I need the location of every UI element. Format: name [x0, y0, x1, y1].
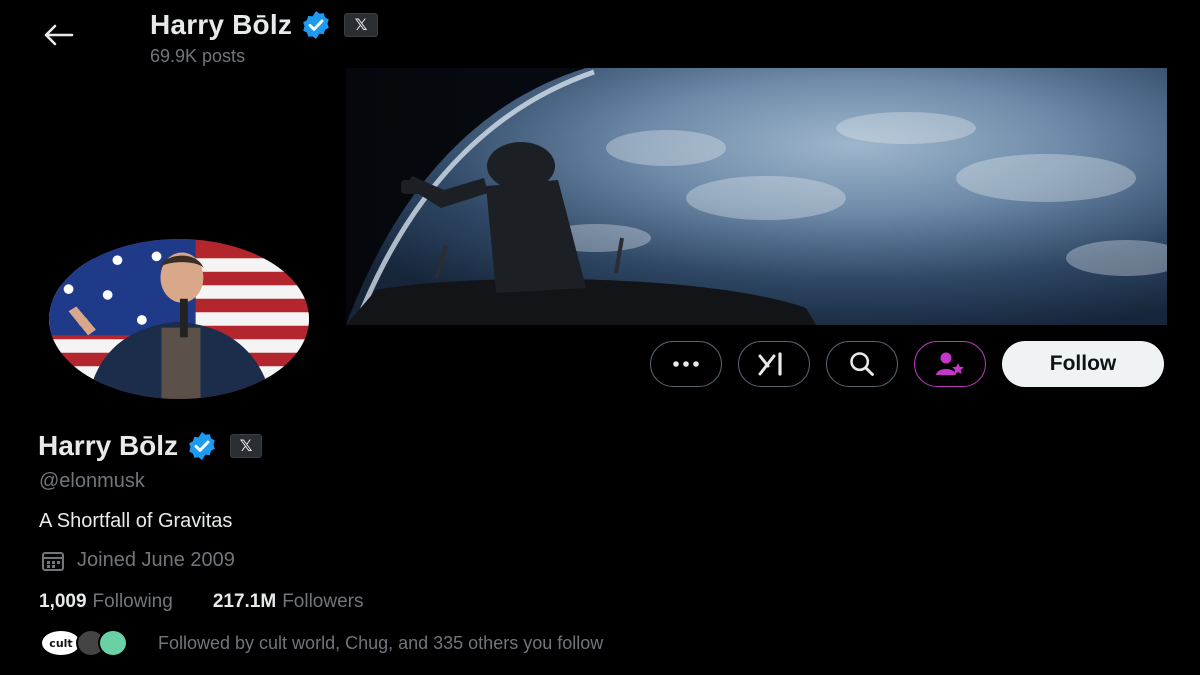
search-icon	[850, 352, 874, 376]
x-affiliate-badge[interactable]: 𝕏	[230, 434, 263, 458]
profile-stats: 1,009 Following 217.1M Followers	[39, 591, 364, 613]
subscribe-person-star-icon	[936, 352, 964, 375]
x-affiliate-badge: 𝕏	[344, 13, 379, 37]
profile-name-row: Harry Bōlz 𝕏	[38, 430, 263, 462]
followed-by[interactable]: cult Followed by cult world, Chug, and 3…	[40, 628, 603, 658]
following-link[interactable]: 1,009 Following	[39, 591, 173, 613]
grok-icon	[758, 352, 782, 376]
followers-label: Followers	[282, 591, 364, 612]
calendar-icon	[42, 551, 64, 571]
profile-name: Harry Bōlz	[38, 430, 179, 461]
avatar-image	[46, 236, 312, 402]
search-button[interactable]	[826, 341, 898, 387]
joined-text: Joined June 2009	[77, 549, 235, 571]
followed-by-text: Followed by cult world, Chug, and 335 ot…	[158, 632, 604, 653]
follow-button[interactable]: Follow	[1002, 341, 1164, 387]
more-button[interactable]	[650, 341, 722, 387]
profile-bio: A Shortfall of Gravitas	[39, 510, 233, 532]
profile-handle: @elonmusk	[39, 470, 145, 492]
followed-by-avatars: cult	[40, 628, 132, 658]
follower-avatar	[98, 629, 128, 657]
followers-link[interactable]: 217.1M Followers	[213, 591, 364, 613]
subscribe-button[interactable]	[914, 341, 986, 387]
followers-count: 217.1M	[212, 591, 277, 612]
profile-actions: Follow	[650, 340, 1164, 388]
profile-banner[interactable]	[346, 68, 1167, 325]
back-arrow-icon	[44, 24, 74, 46]
verified-badge-icon[interactable]	[186, 430, 218, 462]
profile-page: Harry Bōlz 𝕏 69.9K posts Follow Harry Bō…	[0, 0, 1200, 675]
joined-date: Joined June 2009	[41, 549, 235, 572]
verified-badge-icon	[300, 9, 332, 41]
profile-avatar[interactable]	[44, 234, 314, 404]
banner-image	[346, 68, 1167, 325]
header-title-row: Harry Bōlz 𝕏	[150, 8, 379, 42]
following-count: 1,009	[39, 591, 87, 612]
posts-count: 69.9K posts	[150, 46, 246, 66]
more-horizontal-icon	[673, 361, 699, 367]
back-button[interactable]	[38, 18, 78, 52]
following-label: Following	[92, 591, 173, 612]
header-name: Harry Bōlz	[150, 9, 293, 40]
grok-button[interactable]	[738, 341, 810, 387]
